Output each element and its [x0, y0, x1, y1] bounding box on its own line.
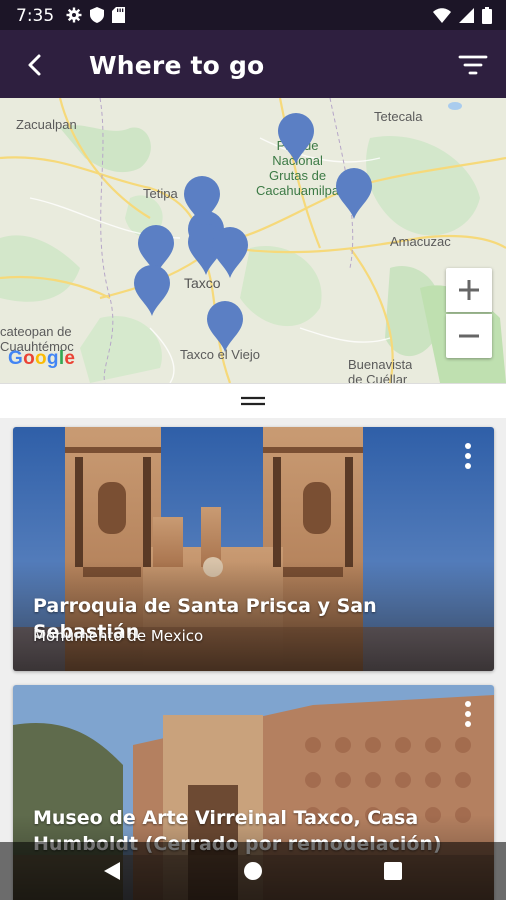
nav-home-icon[interactable]: [243, 861, 263, 881]
status-bar: 7:35: [0, 0, 506, 30]
more-options-icon[interactable]: [462, 441, 474, 471]
signal-icon: [459, 8, 474, 23]
map-label-tetecala: Tetecala: [374, 109, 423, 124]
map-label-zacualpan: Zacualpan: [16, 117, 77, 132]
zoom-out-button[interactable]: [446, 314, 492, 358]
map-label-tetipac: Tetipa: [143, 186, 178, 201]
gear-icon: [66, 7, 82, 23]
map-label-amacuzac: Amacuzac: [390, 234, 451, 249]
google-logo: Google: [8, 348, 76, 369]
status-time: 7:35: [16, 6, 55, 26]
sd-card-icon: [112, 7, 125, 23]
nav-recents-icon[interactable]: [384, 862, 402, 880]
plus-icon: [459, 280, 479, 300]
more-options-icon[interactable]: [462, 699, 474, 729]
places-list[interactable]: Parroquia de Santa Prisca y San Sebastiá…: [0, 418, 506, 900]
drawer-handle[interactable]: [0, 383, 506, 419]
system-nav-bar: [0, 842, 506, 900]
wifi-icon: [433, 8, 451, 23]
battery-icon: [482, 7, 492, 24]
place-category: Monumento de Mexico: [33, 627, 204, 645]
map-label-buenavista: Buenavista de Cuéllar: [348, 357, 413, 383]
drag-handle-icon: [241, 396, 265, 406]
back-arrow-icon[interactable]: [20, 50, 50, 80]
app-bar: Where to go: [0, 30, 506, 98]
zoom-in-button[interactable]: [446, 268, 492, 312]
map-pin[interactable]: [210, 226, 250, 278]
map-pin[interactable]: [276, 112, 316, 164]
map-pin[interactable]: [205, 300, 245, 352]
shield-icon: [90, 7, 104, 23]
nav-back-icon[interactable]: [102, 861, 122, 881]
minus-icon: [459, 334, 479, 338]
map-pin[interactable]: [334, 167, 374, 219]
place-card[interactable]: Parroquia de Santa Prisca y San Sebastiá…: [13, 427, 494, 671]
map-pin[interactable]: [132, 264, 172, 316]
map-view[interactable]: Zacualpan Tetecala Parque Nacional Gruta…: [0, 98, 506, 383]
filter-icon[interactable]: [458, 52, 488, 78]
page-title: Where to go: [89, 51, 265, 80]
